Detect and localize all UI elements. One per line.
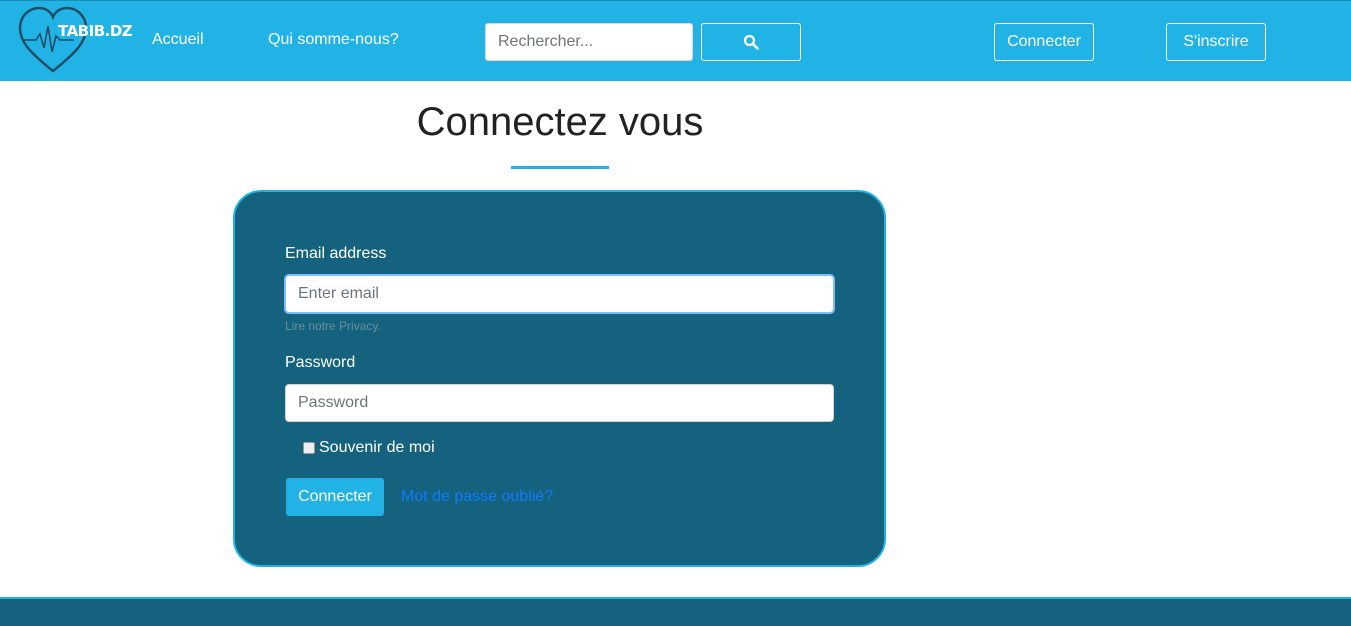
login-button[interactable]: Connecter [994, 23, 1094, 61]
remember-me-label: Souvenir de moi [319, 439, 435, 456]
page-title: Connectez vous [416, 100, 704, 144]
signup-button[interactable]: S'inscrire [1166, 23, 1266, 61]
nav-link-qui-sommes-nous[interactable]: Qui somme-nous? [268, 31, 399, 49]
nav-link-accueil[interactable]: Accueil [152, 31, 204, 49]
submit-button[interactable]: Connecter [286, 478, 384, 516]
email-field[interactable] [285, 275, 834, 313]
logo[interactable]: TABIB.DZ [18, 6, 133, 76]
search-icon [743, 34, 759, 50]
search-button[interactable] [701, 23, 801, 61]
navbar: TABIB.DZ Accueil Qui somme-nous? Connect… [0, 0, 1351, 81]
search-input[interactable] [485, 23, 693, 61]
heart-pulse-icon [18, 6, 88, 73]
footer [0, 597, 1351, 626]
password-field[interactable] [285, 384, 834, 422]
remember-me-checkbox[interactable] [303, 442, 315, 454]
email-label: Email address [285, 245, 387, 262]
logo-text: TABIB.DZ [58, 22, 133, 40]
login-form: Email address Lire notre Privacy. Passwo… [233, 190, 886, 567]
forgot-password-link[interactable]: Mot de passe oublié? [401, 488, 553, 506]
title-underline [511, 166, 609, 169]
email-help-text: Lire notre Privacy. [285, 319, 381, 333]
password-label: Password [285, 354, 356, 371]
remember-me-row[interactable]: Souvenir de moi [303, 439, 435, 457]
